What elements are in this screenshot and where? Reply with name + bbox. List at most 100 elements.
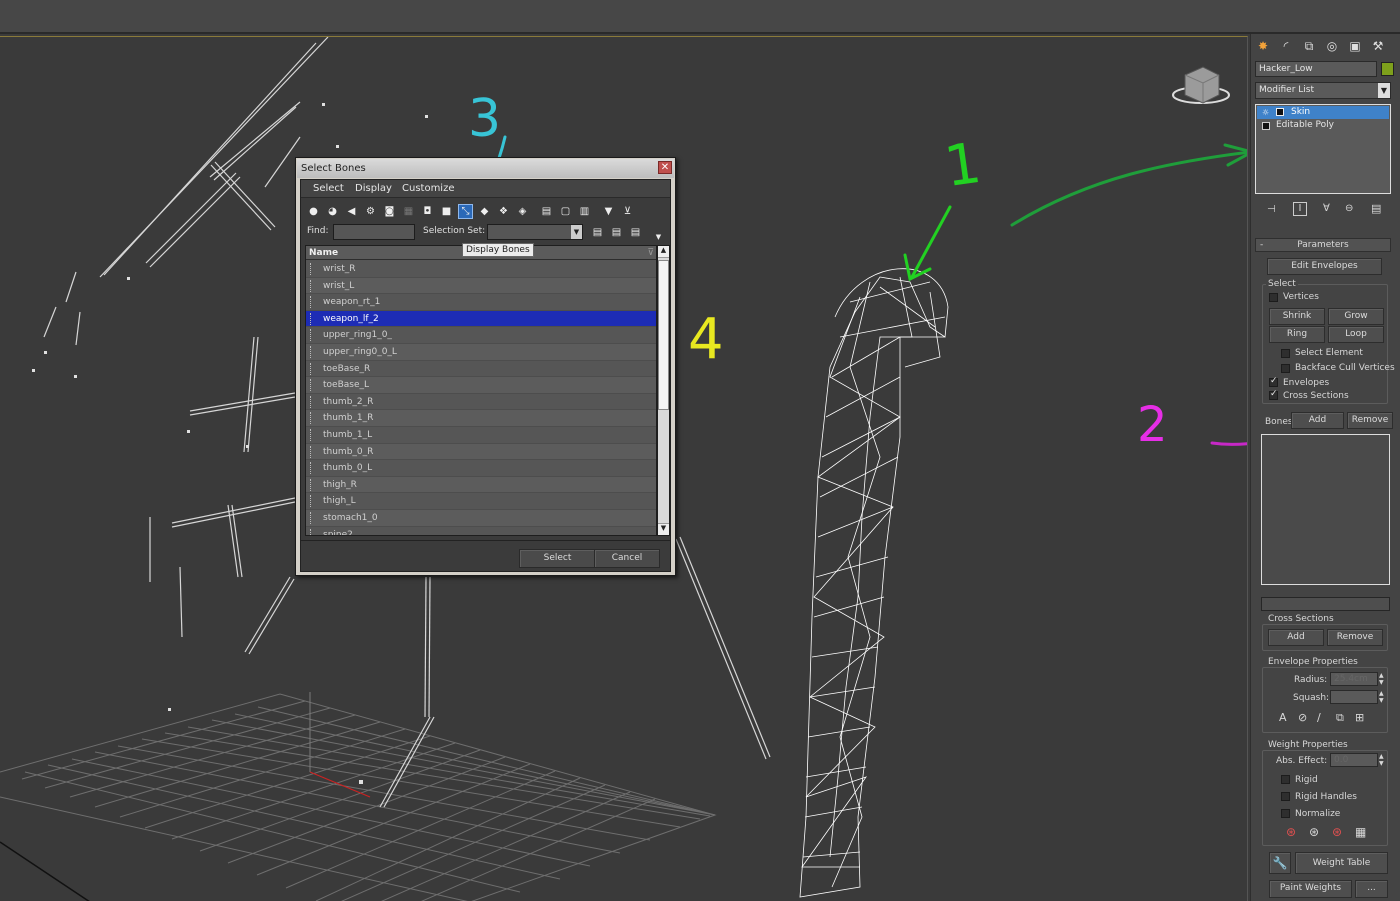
bone-name-field[interactable] bbox=[1261, 597, 1390, 611]
set-subtract-icon[interactable]: ▤ bbox=[609, 225, 624, 240]
rigid-checkbox[interactable] bbox=[1281, 775, 1290, 784]
create-tab-icon[interactable]: ✸ bbox=[1253, 37, 1273, 55]
backface-cull-checkbox[interactable] bbox=[1281, 364, 1290, 373]
cross-sections-checkbox[interactable] bbox=[1269, 389, 1278, 400]
display-cameras-icon[interactable]: ⚙ bbox=[363, 204, 378, 219]
display-bones-icon[interactable]: ⤡ bbox=[458, 204, 473, 219]
list-item[interactable]: thigh_L bbox=[306, 493, 656, 510]
find-input[interactable] bbox=[333, 224, 415, 240]
select-all-icon[interactable]: ▤ bbox=[539, 204, 554, 219]
include-verts-icon[interactable]: ⊛ bbox=[1309, 825, 1319, 839]
rigid-handles-checkbox[interactable] bbox=[1281, 792, 1290, 801]
list-scrollbar[interactable]: ▲ ▼ bbox=[657, 245, 670, 536]
list-item[interactable]: upper_ring1_0_ bbox=[306, 327, 656, 344]
display-xrefs-icon[interactable]: ■ bbox=[439, 204, 454, 219]
scrollbar-thumb[interactable] bbox=[658, 260, 669, 410]
configure-sets-icon[interactable]: ▤ bbox=[1371, 202, 1381, 215]
utilities-tab-icon[interactable]: ⚒ bbox=[1368, 37, 1388, 55]
filter-options-icon[interactable]: ⊻ bbox=[620, 204, 635, 219]
paint-options-button[interactable]: ... bbox=[1355, 880, 1388, 898]
bones-list[interactable] bbox=[1261, 434, 1390, 585]
select-excluded-icon[interactable]: ⊛ bbox=[1332, 825, 1342, 839]
shrink-button[interactable]: Shrink bbox=[1269, 308, 1325, 325]
exclude-verts-icon[interactable]: ⊛ bbox=[1286, 825, 1296, 839]
list-item[interactable]: thumb_0_L bbox=[306, 460, 656, 477]
pin-stack-icon[interactable]: ⊣ bbox=[1267, 204, 1276, 215]
ring-button[interactable]: Ring bbox=[1269, 326, 1325, 343]
menu-select[interactable]: Select bbox=[313, 183, 344, 194]
modify-tab-icon[interactable]: ◜ bbox=[1276, 37, 1296, 55]
loop-button[interactable]: Loop bbox=[1328, 326, 1384, 343]
menu-customize[interactable]: Customize bbox=[402, 183, 455, 194]
normalize-checkbox[interactable] bbox=[1281, 809, 1290, 818]
copy-icon[interactable]: ⧉ bbox=[1336, 711, 1344, 725]
hierarchy-tab-icon[interactable]: ⧉ bbox=[1299, 37, 1319, 55]
falloff-icon[interactable]: ∕ bbox=[1317, 711, 1321, 724]
list-item[interactable]: toeBase_R bbox=[306, 361, 656, 378]
expand-icon[interactable] bbox=[1276, 108, 1284, 116]
display-helpers-icon[interactable]: ◙ bbox=[382, 204, 397, 219]
list-item[interactable]: weapon_lf_2 bbox=[306, 310, 656, 328]
list-item[interactable]: thigh_R bbox=[306, 476, 656, 494]
select-element-checkbox[interactable] bbox=[1281, 349, 1290, 358]
set-add-icon[interactable]: ▤ bbox=[590, 225, 605, 240]
list-item[interactable]: spine2 bbox=[306, 527, 656, 535]
edit-envelopes-button[interactable]: Edit Envelopes bbox=[1267, 258, 1382, 275]
display-tab-icon[interactable]: ▣ bbox=[1345, 37, 1365, 55]
object-name-field[interactable]: Hacker_Low bbox=[1255, 61, 1377, 77]
display-groups-icon[interactable]: ◘ bbox=[420, 204, 435, 219]
remove-modifier-icon[interactable]: ⊖ bbox=[1345, 203, 1353, 214]
weight-table-button[interactable]: Weight Table bbox=[1295, 852, 1388, 874]
envelope-visible-icon[interactable]: ⊘ bbox=[1298, 711, 1307, 724]
expand-icon[interactable] bbox=[1262, 122, 1270, 130]
list-item[interactable]: thumb_1_L bbox=[306, 427, 656, 444]
filter-icon[interactable]: ▼ bbox=[601, 204, 616, 219]
envelopes-checkbox[interactable] bbox=[1269, 376, 1278, 387]
make-unique-icon[interactable]: ∀ bbox=[1323, 203, 1330, 214]
motion-tab-icon[interactable]: ◎ bbox=[1322, 37, 1342, 55]
grow-button[interactable]: Grow bbox=[1328, 308, 1384, 325]
display-shapes-icon[interactable]: ◕ bbox=[325, 204, 340, 219]
expand-toolbar-icon[interactable]: ▼ bbox=[651, 229, 666, 244]
list-item[interactable]: upper_ring0_0_L bbox=[306, 344, 656, 361]
select-button[interactable]: Select bbox=[519, 549, 596, 568]
selection-set-dropdown[interactable]: ▼ bbox=[487, 224, 583, 240]
bones-name-list[interactable]: Name ⊽ wrist_R wrist_L weapon_rt_1 weapon_lf… bbox=[305, 245, 657, 536]
rollout-parameters[interactable]: - Parameters bbox=[1255, 238, 1391, 252]
display-spacewarps-icon[interactable]: ▦ bbox=[401, 204, 416, 219]
list-item[interactable]: thumb_0_R bbox=[306, 443, 656, 461]
spinner-arrows-icon[interactable]: ▲ ▼ bbox=[1379, 753, 1387, 767]
menu-display[interactable]: Display bbox=[355, 183, 392, 194]
list-item[interactable]: stomach1_0 bbox=[306, 510, 656, 527]
paint-weights-button[interactable]: Paint Weights bbox=[1269, 880, 1352, 898]
squash-spinner[interactable] bbox=[1330, 690, 1378, 704]
light-bulb-icon[interactable]: ☼ bbox=[1262, 108, 1269, 117]
paste-icon[interactable]: ⊞ bbox=[1355, 711, 1364, 724]
display-frozen-icon[interactable]: ❖ bbox=[496, 204, 511, 219]
display-geometry-icon[interactable]: ● bbox=[306, 204, 321, 219]
list-item[interactable]: thumb_2_R bbox=[306, 394, 656, 411]
list-item[interactable]: thumb_1_R bbox=[306, 410, 656, 427]
abs-effect-spinner[interactable]: 0.0 bbox=[1330, 753, 1378, 767]
spinner-arrows-icon[interactable]: ▲ ▼ bbox=[1379, 690, 1387, 704]
spinner-arrows-icon[interactable]: ▲ ▼ bbox=[1379, 672, 1387, 686]
select-invert-icon[interactable]: ▥ bbox=[577, 204, 592, 219]
radius-spinner[interactable]: 25.4cm bbox=[1330, 672, 1378, 686]
stack-item-editable-poly[interactable]: Editable Poly bbox=[1276, 120, 1334, 130]
display-hidden-icon[interactable]: ◈ bbox=[515, 204, 530, 219]
list-item[interactable]: wrist_L bbox=[306, 277, 656, 295]
show-end-result-icon[interactable]: I bbox=[1293, 202, 1307, 216]
vertices-checkbox[interactable] bbox=[1269, 293, 1278, 302]
wrench-icon[interactable]: 🔧 bbox=[1269, 852, 1291, 874]
close-button[interactable]: ✕ bbox=[658, 161, 672, 174]
remove-bones-button[interactable]: Remove bbox=[1347, 412, 1393, 429]
list-item[interactable]: weapon_rt_1 bbox=[306, 294, 656, 311]
cancel-button[interactable]: Cancel bbox=[594, 549, 660, 568]
modifier-stack[interactable]: Skin ☼ Editable Poly bbox=[1255, 104, 1391, 194]
modifier-list-dropdown[interactable]: Modifier List ▼ bbox=[1255, 82, 1391, 99]
set-edit-icon[interactable]: ▤ bbox=[628, 225, 643, 240]
list-item[interactable]: wrist_R bbox=[306, 261, 656, 278]
add-bones-button[interactable]: Add bbox=[1291, 412, 1344, 429]
display-containers-icon[interactable]: ◆ bbox=[477, 204, 492, 219]
bake-weights-icon[interactable]: ▦ bbox=[1355, 825, 1366, 839]
